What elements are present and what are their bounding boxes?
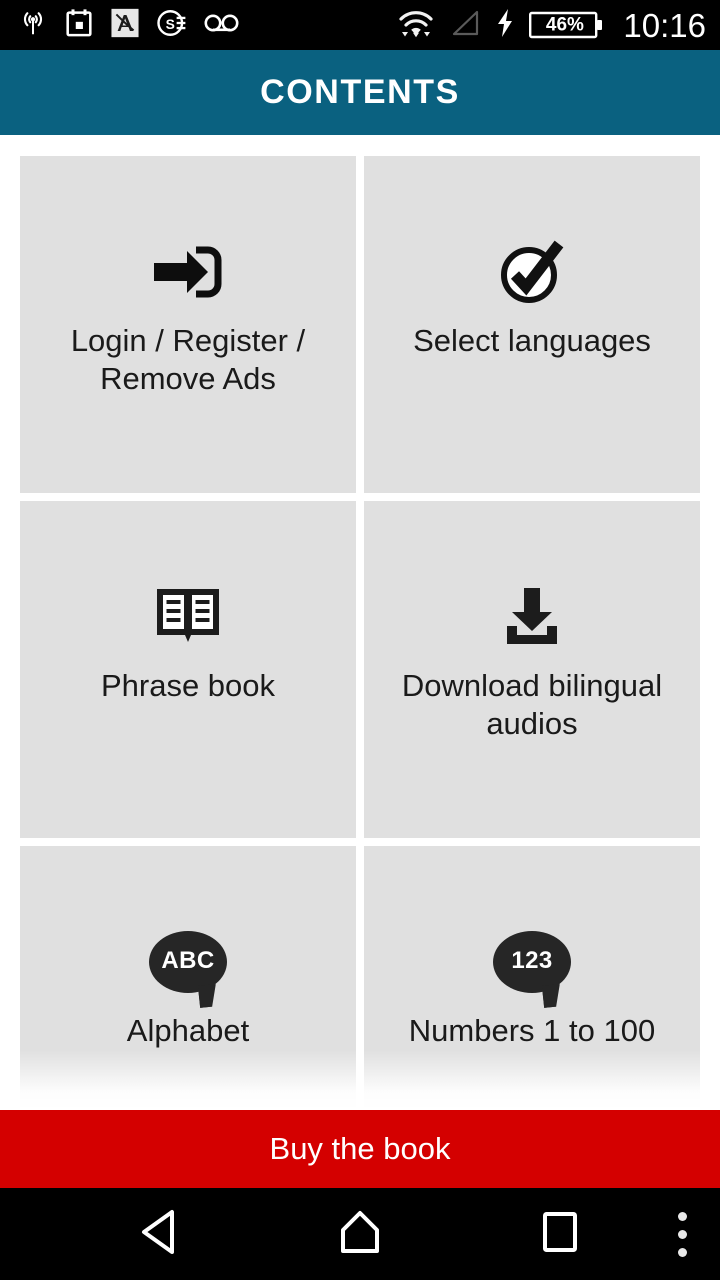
- contents-scroll-area[interactable]: Login / Register / Remove Ads Select lan…: [0, 135, 720, 1110]
- broadcast-signal-icon: [18, 8, 48, 43]
- home-button[interactable]: [270, 1188, 450, 1280]
- recents-button[interactable]: [470, 1188, 650, 1280]
- speech-bubble-abc-icon: ABC: [149, 928, 227, 1008]
- grid-item-label: Alphabet: [126, 1013, 250, 1048]
- speech-bubble-text: 123: [511, 947, 553, 974]
- wifi-icon: [397, 8, 435, 43]
- overflow-menu-button[interactable]: [650, 1188, 714, 1280]
- grid-item-login-register[interactable]: Login / Register / Remove Ads: [20, 156, 356, 493]
- grid-item-alphabet[interactable]: ABC Alphabet: [20, 846, 356, 1110]
- home-icon: [336, 1208, 384, 1261]
- grid-item-phrase-book[interactable]: Phrase book: [20, 501, 356, 838]
- login-arrow-icon: [151, 238, 225, 306]
- speech-bubble-tail: [541, 984, 563, 1008]
- recents-square-icon: [539, 1209, 581, 1260]
- speech-bubble-123-icon: 123: [493, 928, 571, 1008]
- grid-item-label: Select languages: [413, 323, 651, 358]
- status-bar-system-icons: 46% 10:16: [397, 8, 706, 43]
- avira-antivirus-icon: [110, 7, 140, 44]
- check-circle-icon: [497, 238, 567, 306]
- charging-bolt-icon: [495, 8, 515, 43]
- menu-grid: Login / Register / Remove Ads Select lan…: [20, 156, 700, 1110]
- battery-percent-label: 46%: [545, 14, 584, 36]
- grid-item-select-languages[interactable]: Select languages: [364, 156, 700, 493]
- se-app-icon: S: [157, 8, 187, 43]
- calendar-icon: [65, 8, 93, 43]
- overflow-dot-icon: [677, 1211, 687, 1221]
- grid-item-label: Login / Register / Remove Ads: [70, 323, 306, 396]
- grid-item-numbers[interactable]: 123 Numbers 1 to 100: [364, 846, 700, 1110]
- status-bar-clock: 10:16: [623, 6, 706, 44]
- voicemail-icon: [204, 12, 240, 39]
- download-icon: [499, 583, 565, 651]
- system-navigation-bar: [0, 1188, 720, 1280]
- back-triangle-icon: [138, 1208, 182, 1261]
- overflow-dot-icon: [677, 1229, 687, 1239]
- grid-item-label: Phrase book: [100, 668, 276, 703]
- grid-item-label: Numbers 1 to 100: [408, 1013, 656, 1048]
- buy-the-book-button[interactable]: Buy the book: [0, 1110, 720, 1188]
- status-bar-notification-icons: S: [18, 7, 397, 44]
- grid-item-download-audios[interactable]: Download bilingual audios: [364, 501, 700, 838]
- speech-bubble-text: ABC: [161, 947, 215, 974]
- grid-item-label: Download bilingual audios: [401, 668, 663, 741]
- buy-the-book-label: Buy the book: [269, 1131, 451, 1166]
- overflow-dot-icon: [677, 1247, 687, 1257]
- cellular-signal-icon: [449, 9, 481, 42]
- status-bar: S 46% 10:16: [0, 0, 720, 50]
- battery-indicator: 46%: [529, 9, 603, 41]
- back-button[interactable]: [70, 1188, 250, 1280]
- phone-screen: S 46% 10:16 CONTENTS Login / Register / …: [0, 0, 720, 1280]
- open-book-icon: [155, 583, 221, 651]
- page-title: CONTENTS: [260, 73, 460, 111]
- speech-bubble-tail: [197, 984, 219, 1008]
- app-header-bar: CONTENTS: [0, 50, 720, 135]
- svg-text:S: S: [166, 15, 175, 31]
